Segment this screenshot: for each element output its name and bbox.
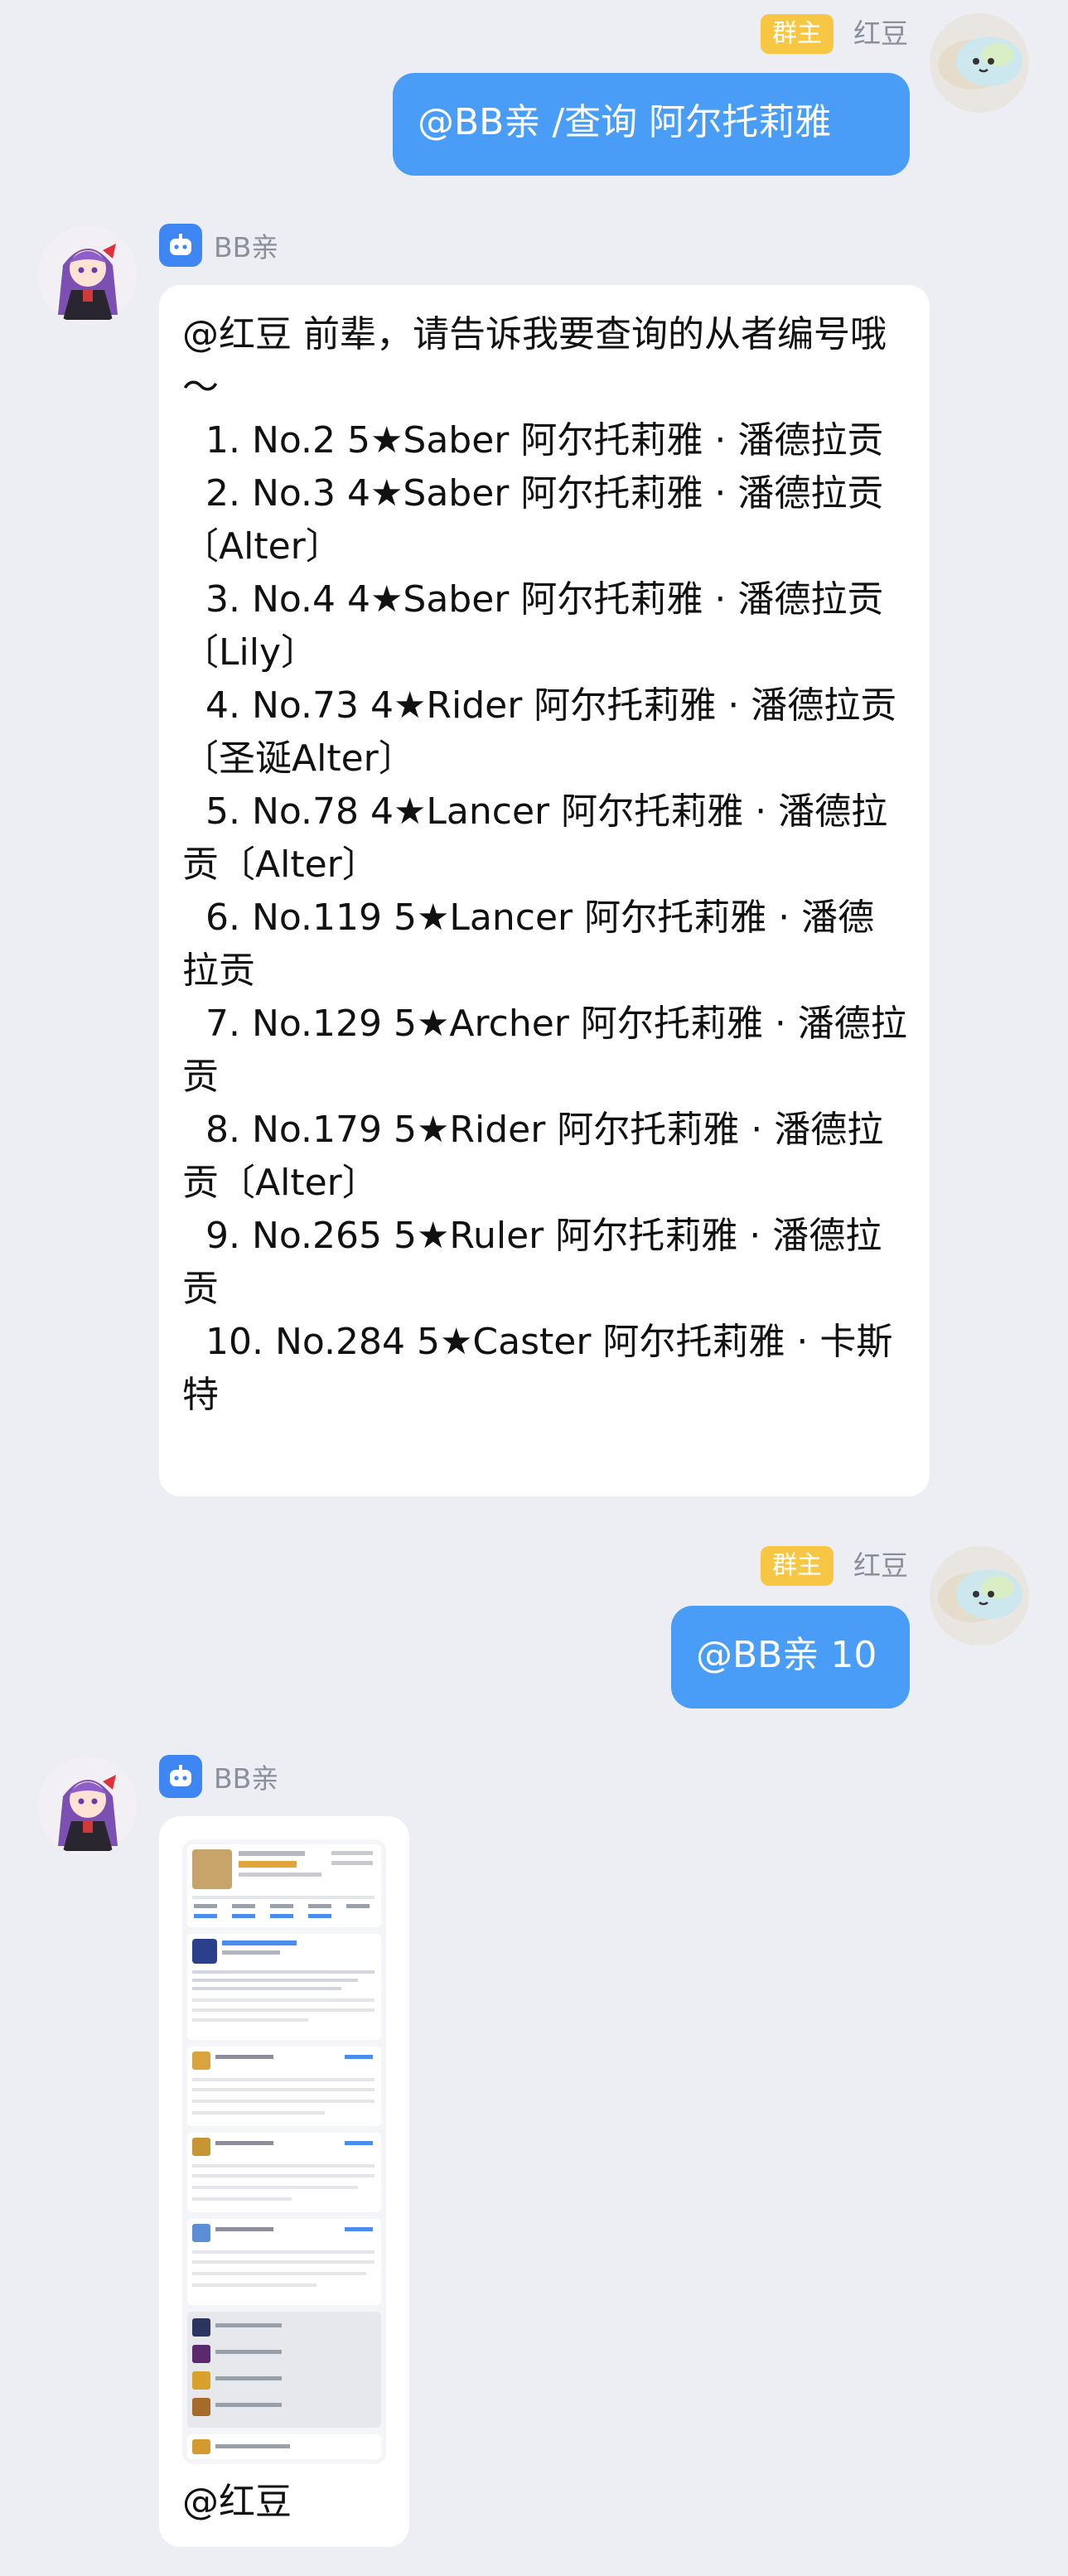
owner-badge: 群主 — [761, 1546, 834, 1586]
bot-image-message-bubble[interactable]: @红豆 — [159, 1816, 409, 2547]
user-message-bubble[interactable]: @BB亲 10 — [671, 1606, 910, 1708]
message-text: @红豆 前辈，请告诉我要查询的从者编号哦～ 1. No.2 5★Saber 阿尔… — [182, 313, 907, 1416]
robot-icon — [159, 1755, 202, 1798]
message-text: @BB亲 10 — [696, 1634, 877, 1676]
owner-badge: 群主 — [761, 14, 834, 54]
message-text: @BB亲 /查询 阿尔托莉雅 — [418, 101, 832, 143]
user-message-bubble[interactable]: @BB亲 /查询 阿尔托莉雅 — [393, 73, 910, 176]
bot-avatar[interactable] — [38, 1757, 138, 1856]
user-avatar[interactable] — [930, 13, 1029, 113]
bot-avatar[interactable] — [38, 225, 138, 325]
user-name: 红豆 — [853, 1549, 908, 1582]
bot-header: BB亲 — [159, 224, 278, 267]
robot-icon — [159, 224, 202, 267]
bot-name: BB亲 — [214, 1762, 279, 1795]
bot-header: BB亲 — [159, 1755, 278, 1798]
image-caption-text: @红豆 — [182, 2481, 292, 2523]
user-name: 红豆 — [853, 17, 908, 50]
bot-message-bubble[interactable]: @红豆 前辈，请告诉我要查询的从者编号哦～ 1. No.2 5★Saber 阿尔… — [159, 285, 930, 1496]
user-avatar[interactable] — [930, 1546, 1029, 1646]
servant-info-image[interactable] — [182, 1839, 386, 2464]
bot-name: BB亲 — [214, 231, 279, 263]
